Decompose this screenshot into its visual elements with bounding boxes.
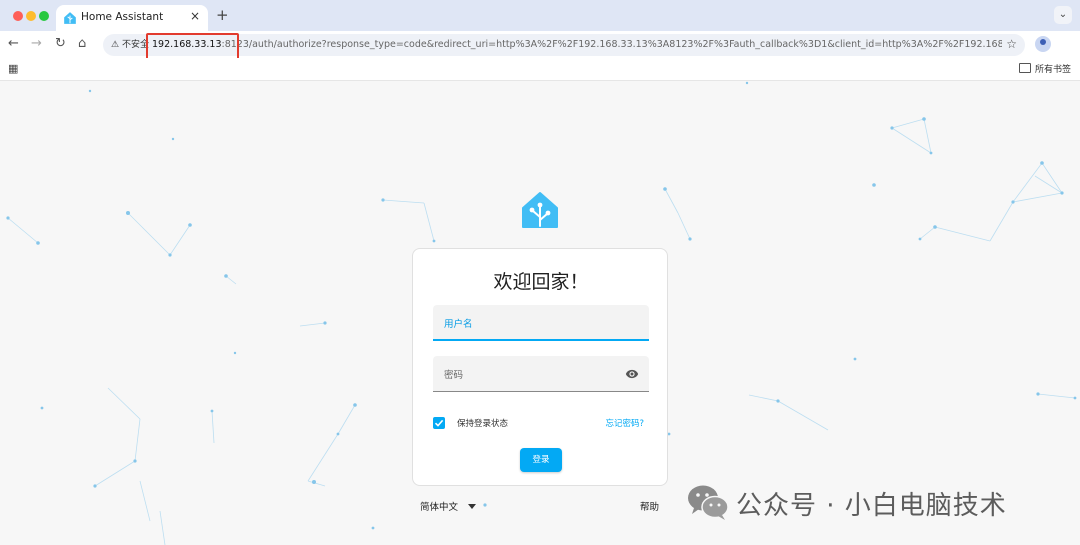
bookmarks-bar: ▦ 所有书签 <box>0 58 1080 81</box>
window-zoom-button[interactable] <box>39 11 49 21</box>
password-label: 密码 <box>444 370 464 381</box>
all-bookmarks-label: 所有书签 <box>1034 65 1071 75</box>
new-tab-button[interactable]: + <box>216 6 229 24</box>
apps-grid-icon[interactable]: ▦ <box>8 62 18 75</box>
username-field[interactable]: 用户名 <box>433 305 649 341</box>
dropdown-caret-icon <box>468 504 477 509</box>
url-highlight-annotation <box>146 33 239 60</box>
folder-icon <box>1018 63 1031 73</box>
forgot-password-link[interactable]: 忘记密码? <box>605 417 644 429</box>
welcome-title: 欢迎回家！ <box>493 271 589 293</box>
browser-tab-bar: Home Assistant × + ⌄ <box>0 0 1080 31</box>
username-label: 用户名 <box>444 319 473 330</box>
all-bookmarks-button[interactable]: 所有书签 <box>1018 62 1071 75</box>
url-text[interactable]: 192.168.33.13:8123/auth/authorize?respon… <box>152 38 1002 52</box>
profile-avatar-icon[interactable] <box>1035 36 1051 52</box>
security-label: 不安全 <box>121 40 149 50</box>
watermark-text: 公众号 · 小白电脑技术 <box>736 491 1007 521</box>
window-close-button[interactable] <box>13 11 23 21</box>
home-icon[interactable]: ⌂ <box>78 36 86 52</box>
window-minimize-button[interactable] <box>26 11 36 21</box>
login-button[interactable]: 登录 <box>520 448 562 472</box>
tab-close-icon[interactable]: × <box>190 9 200 23</box>
language-label: 简体中文 <box>420 502 459 513</box>
login-page: 欢迎回家！ 用户名 密码 保持登录状态 忘记密码? 登录 简体中文 帮助 公众号… <box>0 81 1080 545</box>
tab-title: Home Assistant <box>81 11 164 23</box>
help-link[interactable]: 帮助 <box>640 499 659 513</box>
bookmark-star-icon[interactable]: ☆ <box>1006 37 1017 51</box>
forward-icon[interactable]: → <box>31 36 42 52</box>
home-assistant-favicon-icon <box>64 12 76 24</box>
back-icon[interactable]: ← <box>8 36 19 52</box>
home-assistant-logo <box>522 192 558 228</box>
reload-icon[interactable]: ↻ <box>55 36 66 52</box>
language-select[interactable]: 简体中文 <box>420 499 477 513</box>
show-password-eye-icon[interactable] <box>625 367 639 381</box>
warning-icon: ⚠ <box>111 40 120 50</box>
keep-logged-in-label: 保持登录状态 <box>457 419 509 429</box>
browser-tab[interactable]: Home Assistant × <box>56 5 208 31</box>
tab-search-button[interactable]: ⌄ <box>1054 6 1072 24</box>
address-bar[interactable]: ⚠ 不安全 192.168.33.13:8123/auth/authorize?… <box>103 34 1025 56</box>
login-card: 欢迎回家！ 用户名 密码 保持登录状态 忘记密码? 登录 <box>412 248 668 486</box>
url-path: :8123/auth/authorize?response_type=code&… <box>221 39 1002 50</box>
check-icon <box>434 419 444 427</box>
password-field[interactable]: 密码 <box>433 356 649 392</box>
wechat-logo-icon <box>688 485 729 520</box>
keep-logged-in-checkbox[interactable] <box>433 417 445 429</box>
